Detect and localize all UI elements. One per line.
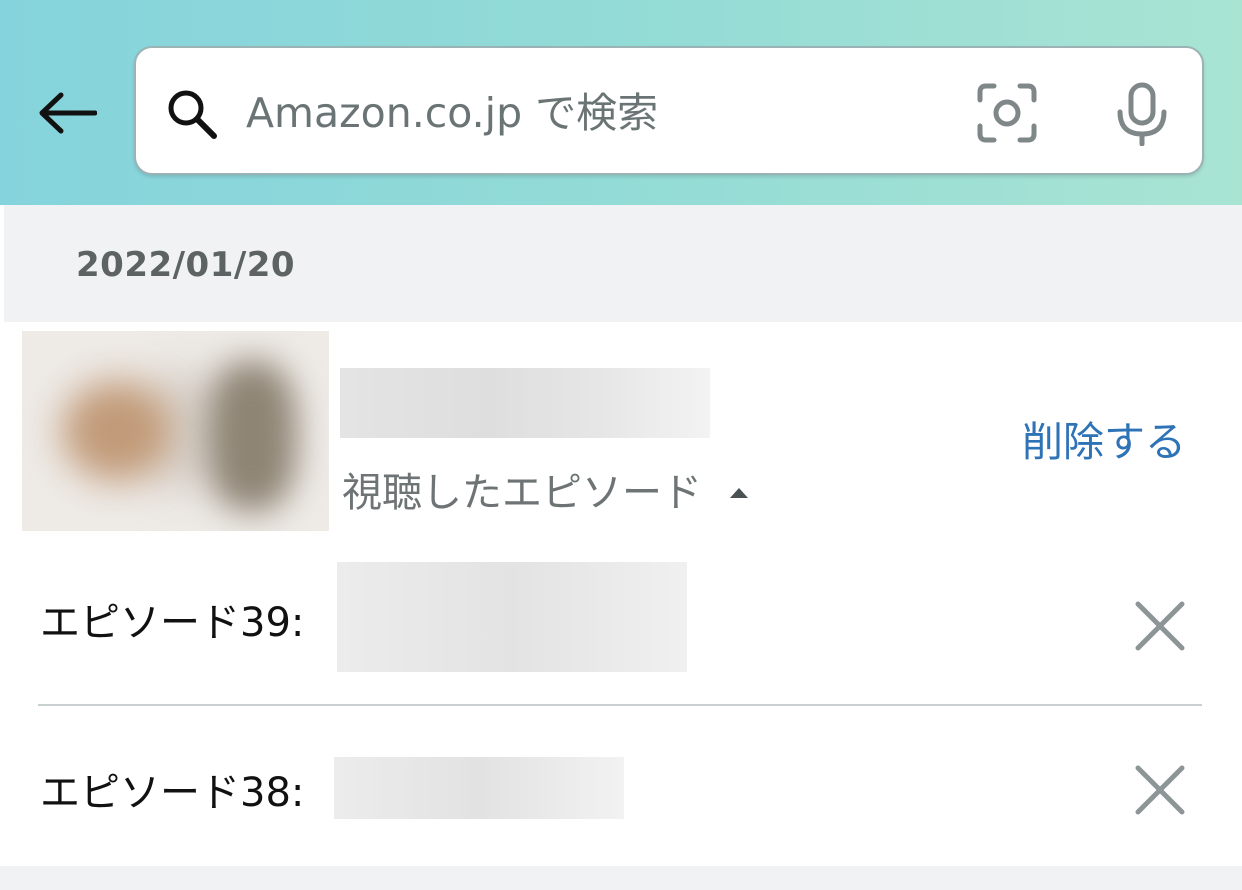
back-button[interactable] <box>34 80 100 146</box>
item-thumbnail[interactable] <box>22 331 329 531</box>
episode-label: エピソード38: <box>40 770 305 816</box>
history-date: 2022/01/20 <box>76 245 296 285</box>
thumbnail-blur-shape <box>207 361 297 511</box>
delete-button[interactable]: 削除する <box>1022 408 1186 468</box>
camera-icon[interactable] <box>976 82 1038 144</box>
episode-title-redacted <box>337 562 687 672</box>
microphone-icon[interactable] <box>1112 82 1172 146</box>
history-item-card: 削除する 視聴したエピソード エピソード39: エピソード38: <box>0 322 1242 866</box>
caret-up-icon <box>730 488 748 498</box>
episode-title-redacted <box>334 757 624 819</box>
next-section-strip <box>0 866 1242 890</box>
search-icon <box>168 90 217 139</box>
watched-episodes-toggle[interactable]: 視聴したエピソード <box>342 462 750 516</box>
item-title-redacted <box>340 368 710 438</box>
search-input[interactable] <box>246 78 846 148</box>
episode-divider <box>38 704 1202 706</box>
episode-label: エピソード39: <box>40 600 305 646</box>
episode-row: エピソード38: <box>0 742 1242 842</box>
episode-row: エピソード39: <box>0 562 1242 672</box>
close-icon[interactable] <box>1132 598 1188 654</box>
header-bar <box>0 0 1242 205</box>
search-bar[interactable] <box>134 46 1204 175</box>
thumbnail-blur-shape <box>62 381 172 481</box>
close-icon[interactable] <box>1132 762 1188 818</box>
date-section-header: 2022/01/20 <box>4 205 1242 322</box>
watched-episodes-label: 視聴したエピソード <box>342 470 702 516</box>
back-arrow-icon <box>39 92 97 134</box>
